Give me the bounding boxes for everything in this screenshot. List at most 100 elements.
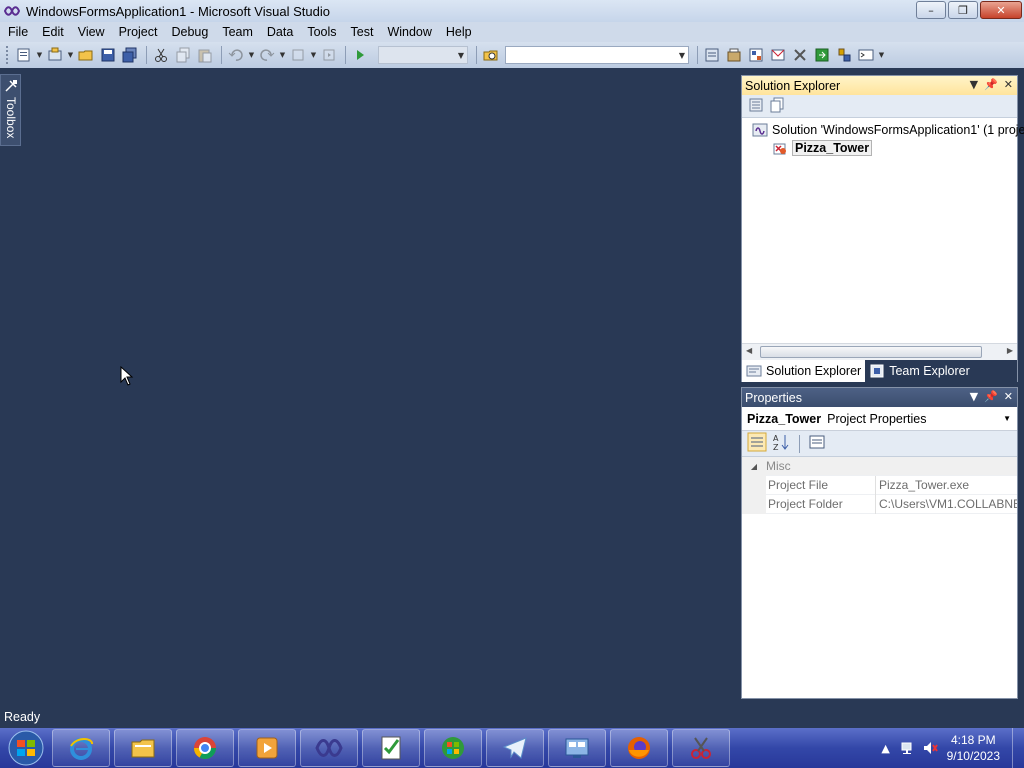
toolbar-options-dropdown-icon[interactable]: ▼: [878, 45, 885, 65]
clock-time: 4:18 PM: [950, 733, 996, 747]
navigate-forward-icon[interactable]: [319, 45, 339, 65]
undo-icon[interactable]: [226, 45, 246, 65]
object-browser-icon[interactable]: [746, 45, 766, 65]
add-item-dropdown-icon[interactable]: ▼: [67, 45, 74, 65]
scroll-right-icon[interactable]: ▶: [1007, 346, 1013, 355]
snipping-tool-icon[interactable]: [672, 729, 730, 767]
property-pages-icon[interactable]: [808, 433, 826, 454]
start-button[interactable]: [0, 728, 52, 768]
new-project-icon[interactable]: [14, 45, 34, 65]
solution-explorer-icon[interactable]: [702, 45, 722, 65]
chevron-down-icon[interactable]: ▼: [1003, 414, 1011, 423]
find-in-files-icon[interactable]: [481, 45, 501, 65]
save-all-icon[interactable]: [120, 45, 140, 65]
control-panel-icon[interactable]: [548, 729, 606, 767]
property-value[interactable]: C:\Users\VM1.COLLABNET: [875, 494, 1017, 514]
restore-button[interactable]: ❐: [948, 1, 978, 19]
menu-test[interactable]: Test: [345, 25, 380, 39]
server-explorer-icon[interactable]: [834, 45, 854, 65]
show-hidden-icons-icon[interactable]: ▲: [875, 737, 897, 759]
project-node[interactable]: Pizza_Tower: [772, 140, 873, 156]
menu-view[interactable]: View: [72, 25, 111, 39]
chrome-icon[interactable]: [176, 729, 234, 767]
telegram-icon[interactable]: [486, 729, 544, 767]
property-value[interactable]: Pizza_Tower.exe: [875, 475, 1017, 495]
window-position-dropdown-icon[interactable]: ▼: [970, 390, 978, 403]
minimize-button[interactable]: –: [916, 1, 946, 19]
windows-update-icon[interactable]: [424, 729, 482, 767]
project-label: Pizza_Tower: [792, 140, 873, 156]
object-type: Project Properties: [827, 411, 927, 426]
start-debugging-icon[interactable]: [350, 45, 370, 65]
menu-edit[interactable]: Edit: [36, 25, 70, 39]
close-button[interactable]: ✕: [980, 1, 1022, 19]
copy-icon[interactable]: [173, 45, 193, 65]
file-explorer-icon[interactable]: [114, 729, 172, 767]
collapse-icon[interactable]: ◢: [742, 456, 766, 476]
menu-data[interactable]: Data: [261, 25, 299, 39]
open-file-icon[interactable]: [76, 45, 96, 65]
undo-dropdown-icon[interactable]: ▼: [248, 45, 255, 65]
system-tray: ▲ 4:18 PM 9/10/2023: [875, 728, 1024, 768]
volume-muted-icon[interactable]: [919, 737, 941, 759]
scrollbar-thumb[interactable]: [760, 346, 982, 358]
save-icon[interactable]: [98, 45, 118, 65]
show-desktop-button[interactable]: [1012, 728, 1024, 768]
show-all-files-icon[interactable]: [770, 97, 786, 116]
checklist-app-icon[interactable]: [362, 729, 420, 767]
navigate-dropdown-icon[interactable]: ▼: [310, 45, 317, 65]
menu-debug[interactable]: Debug: [165, 25, 214, 39]
categorized-icon[interactable]: [747, 432, 767, 455]
close-panel-icon[interactable]: ✕: [1004, 390, 1013, 403]
object-name: Pizza_Tower: [747, 411, 822, 426]
toolbox-tab[interactable]: Toolbox: [0, 74, 21, 146]
paste-icon[interactable]: [195, 45, 215, 65]
property-category[interactable]: ◢ Misc: [742, 456, 1017, 476]
find-combo-box[interactable]: ▼: [505, 46, 689, 64]
auto-hide-pin-icon[interactable]: 📌: [984, 78, 998, 91]
properties-icon[interactable]: [748, 97, 764, 116]
auto-hide-pin-icon[interactable]: 📌: [984, 390, 998, 403]
redo-icon[interactable]: [257, 45, 277, 65]
internet-explorer-icon[interactable]: [52, 729, 110, 767]
object-selector[interactable]: Pizza_Tower Project Properties ▼: [742, 407, 1017, 431]
close-panel-icon[interactable]: ✕: [1004, 78, 1013, 91]
command-window-icon[interactable]: [856, 45, 876, 65]
menu-project[interactable]: Project: [113, 25, 164, 39]
menu-team[interactable]: Team: [216, 25, 259, 39]
new-project-dropdown-icon[interactable]: ▼: [36, 45, 43, 65]
svg-text:Z: Z: [773, 443, 779, 452]
network-icon[interactable]: [897, 737, 919, 759]
firefox-icon[interactable]: [610, 729, 668, 767]
clock[interactable]: 4:18 PM 9/10/2023: [947, 732, 1000, 764]
toolbox-window-icon[interactable]: [790, 45, 810, 65]
window-position-dropdown-icon[interactable]: ▼: [970, 78, 978, 91]
class-view-icon[interactable]: [768, 45, 788, 65]
solution-label: Solution 'WindowsFormsApplication1' (1 p…: [772, 123, 1024, 137]
start-page-icon[interactable]: [812, 45, 832, 65]
solution-configuration-dropdown[interactable]: ▼: [378, 46, 468, 64]
menu-file[interactable]: File: [2, 25, 34, 39]
solution-node[interactable]: Solution 'WindowsFormsApplication1' (1 p…: [752, 122, 1024, 138]
tab-team-explorer[interactable]: Team Explorer: [865, 360, 974, 382]
property-row[interactable]: Project File Pizza_Tower.exe: [742, 475, 1017, 495]
title-bar: WindowsFormsApplication1 - Microsoft Vis…: [0, 0, 1024, 22]
horizontal-scrollbar[interactable]: ◀ ▶: [742, 343, 1017, 360]
scroll-left-icon[interactable]: ◀: [746, 346, 752, 355]
visual-studio-taskbar-icon[interactable]: [300, 729, 358, 767]
solution-icon: [752, 122, 768, 138]
menu-window[interactable]: Window: [381, 25, 437, 39]
menu-tools[interactable]: Tools: [301, 25, 342, 39]
navigate-backward-icon[interactable]: [288, 45, 308, 65]
alphabetical-icon[interactable]: AZ: [771, 432, 791, 455]
menu-help[interactable]: Help: [440, 25, 478, 39]
redo-dropdown-icon[interactable]: ▼: [279, 45, 286, 65]
tab-solution-explorer[interactable]: Solution Explorer: [742, 360, 866, 382]
properties-window-icon[interactable]: [724, 45, 744, 65]
toolbar-grip[interactable]: [6, 46, 10, 64]
cut-icon[interactable]: [151, 45, 171, 65]
property-row[interactable]: Project Folder C:\Users\VM1.COLLABNET: [742, 494, 1017, 514]
add-item-icon[interactable]: [45, 45, 65, 65]
clock-date: 9/10/2023: [946, 749, 1000, 763]
media-player-icon[interactable]: [238, 729, 296, 767]
